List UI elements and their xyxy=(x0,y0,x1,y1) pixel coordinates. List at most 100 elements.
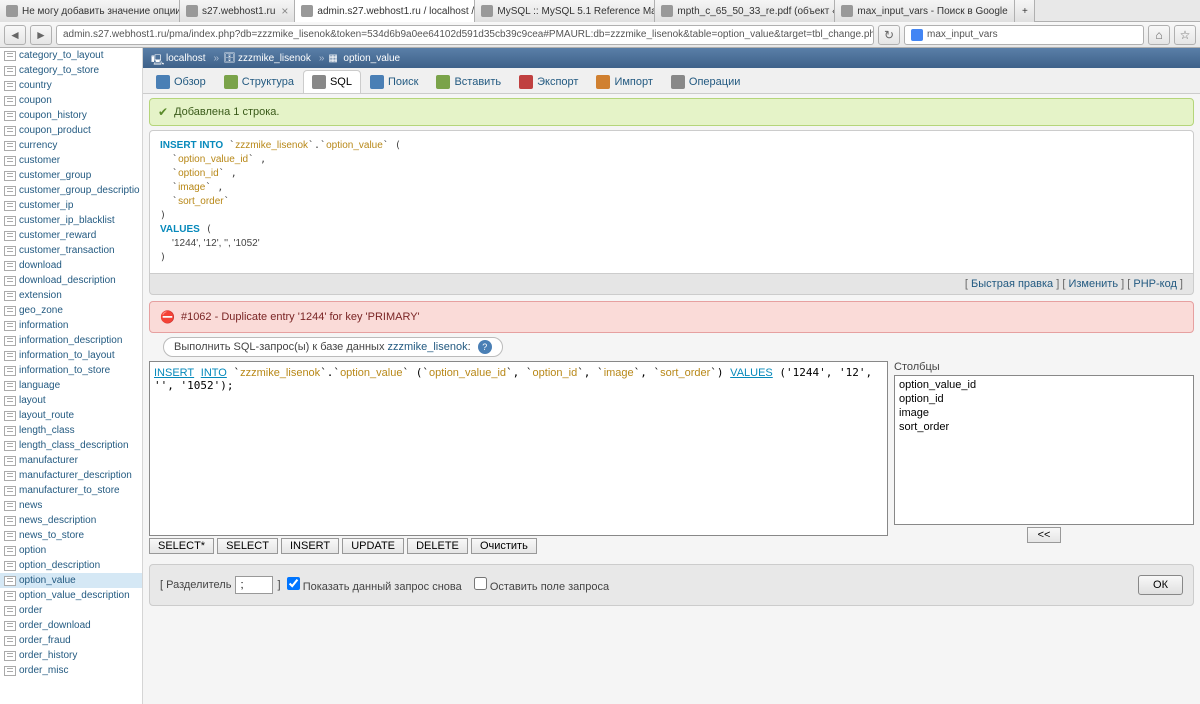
bookmark-button[interactable]: ☆ xyxy=(1174,25,1196,45)
add-column-button[interactable]: << xyxy=(1027,527,1062,543)
sidebar-table-item[interactable]: layout xyxy=(0,393,142,408)
column-option[interactable]: option_value_id xyxy=(897,378,1191,392)
sidebar-table-item[interactable]: customer_transaction xyxy=(0,243,142,258)
browser-tab[interactable]: admin.s27.webhost1.ru / localhost / zzz…… xyxy=(295,0,475,22)
sidebar-table-item[interactable]: order_fraud xyxy=(0,633,142,648)
tab-sql[interactable]: SQL xyxy=(303,70,361,93)
tab-search[interactable]: Поиск xyxy=(361,70,427,93)
db-table-sidebar[interactable]: category_to_layoutcategory_to_storecount… xyxy=(0,48,143,704)
browser-tab[interactable]: MySQL :: MySQL 5.1 Reference Manual ::…× xyxy=(475,0,655,22)
insert-button[interactable]: INSERT xyxy=(281,538,339,554)
sidebar-table-item[interactable]: currency xyxy=(0,138,142,153)
tab-operations[interactable]: Операции xyxy=(662,70,749,93)
sidebar-table-item[interactable]: order_history xyxy=(0,648,142,663)
sidebar-table-item[interactable]: customer_ip_blacklist xyxy=(0,213,142,228)
browse-icon xyxy=(156,75,170,89)
reload-button[interactable]: ↻ xyxy=(878,25,900,45)
sidebar-table-item[interactable]: information_to_store xyxy=(0,363,142,378)
search-icon xyxy=(370,75,384,89)
sidebar-table-item[interactable]: extension xyxy=(0,288,142,303)
sidebar-table-item[interactable]: information xyxy=(0,318,142,333)
sidebar-table-item[interactable]: length_class xyxy=(0,423,142,438)
url-input[interactable]: admin.s27.webhost1.ru/pma/index.php?db=z… xyxy=(56,25,874,45)
keep-query-checkbox-label[interactable]: Оставить поле запроса xyxy=(474,577,609,593)
sidebar-table-item[interactable]: order_misc xyxy=(0,663,142,678)
delimiter-input[interactable] xyxy=(235,576,273,594)
column-option[interactable]: sort_order xyxy=(897,420,1191,434)
favicon-icon xyxy=(6,5,18,17)
show-again-checkbox[interactable] xyxy=(287,577,300,590)
ok-button[interactable]: ОК xyxy=(1138,575,1183,595)
browser-tab[interactable]: max_input_vars - Поиск в Google× xyxy=(835,0,1015,22)
forward-button[interactable]: ► xyxy=(30,25,52,45)
help-icon[interactable]: ? xyxy=(478,340,492,354)
tab-browse[interactable]: Обзор xyxy=(147,70,215,93)
browser-tab[interactable]: s27.webhost1.ru× xyxy=(180,0,295,22)
new-tab-button[interactable]: + xyxy=(1015,0,1035,22)
column-option[interactable]: option_id xyxy=(897,392,1191,406)
breadcrumb-table[interactable]: option_value xyxy=(343,53,400,64)
table-icon: ▦ xyxy=(328,53,340,63)
sidebar-table-item[interactable]: country xyxy=(0,78,142,93)
php-code-link[interactable]: PHP-код xyxy=(1133,278,1177,290)
breadcrumb-host[interactable]: localhost xyxy=(166,53,205,64)
quick-edit-link[interactable]: Быстрая правка xyxy=(971,278,1053,290)
sidebar-table-item[interactable]: download xyxy=(0,258,142,273)
sidebar-table-item[interactable]: language xyxy=(0,378,142,393)
sidebar-table-item[interactable]: coupon xyxy=(0,93,142,108)
home-button[interactable]: ⌂ xyxy=(1148,25,1170,45)
sidebar-table-item[interactable]: news_to_store xyxy=(0,528,142,543)
sidebar-table-item[interactable]: customer_reward xyxy=(0,228,142,243)
sidebar-table-item[interactable]: option_value xyxy=(0,573,142,588)
sidebar-table-item[interactable]: length_class_description xyxy=(0,438,142,453)
sidebar-table-item[interactable]: coupon_product xyxy=(0,123,142,138)
update-button[interactable]: UPDATE xyxy=(342,538,404,554)
select-button[interactable]: SELECT xyxy=(217,538,278,554)
query-db-link[interactable]: zzzmike_lisenok xyxy=(388,341,468,353)
show-again-checkbox-label[interactable]: Показать данный запрос снова xyxy=(287,577,462,593)
table-icon xyxy=(4,441,16,451)
clear-button[interactable]: Очистить xyxy=(471,538,537,554)
sidebar-table-item[interactable]: news xyxy=(0,498,142,513)
tab-structure[interactable]: Структура xyxy=(215,70,303,93)
sidebar-table-item[interactable]: manufacturer xyxy=(0,453,142,468)
tab-insert[interactable]: Вставить xyxy=(427,70,510,93)
sidebar-table-item[interactable]: news_description xyxy=(0,513,142,528)
sidebar-table-item[interactable]: customer_group_descriptio xyxy=(0,183,142,198)
sidebar-table-item[interactable]: option_value_description xyxy=(0,588,142,603)
sidebar-table-item[interactable]: option_description xyxy=(0,558,142,573)
sidebar-table-item[interactable]: option xyxy=(0,543,142,558)
sidebar-table-item[interactable]: manufacturer_to_store xyxy=(0,483,142,498)
close-icon[interactable]: × xyxy=(281,4,288,18)
edit-link[interactable]: Изменить xyxy=(1068,278,1118,290)
column-option[interactable]: image xyxy=(897,406,1191,420)
table-icon xyxy=(4,516,16,526)
sidebar-table-item[interactable]: customer_group xyxy=(0,168,142,183)
sql-query-textarea[interactable]: INSERT INTO `zzzmike_lisenok`.`option_va… xyxy=(149,361,888,536)
sidebar-table-item[interactable]: category_to_store xyxy=(0,63,142,78)
sidebar-table-item[interactable]: category_to_layout xyxy=(0,48,142,63)
delimiter-label: [ Разделитель xyxy=(160,579,231,591)
sidebar-table-item[interactable]: coupon_history xyxy=(0,108,142,123)
breadcrumb-db[interactable]: zzzmike_lisenok xyxy=(238,53,311,64)
sidebar-table-item[interactable]: information_description xyxy=(0,333,142,348)
back-button[interactable]: ◄ xyxy=(4,25,26,45)
sidebar-table-item[interactable]: geo_zone xyxy=(0,303,142,318)
sidebar-table-item[interactable]: customer_ip xyxy=(0,198,142,213)
delete-button[interactable]: DELETE xyxy=(407,538,468,554)
columns-listbox[interactable]: option_value_idoption_idimagesort_order xyxy=(894,375,1194,525)
browser-tab[interactable]: Не могу добавить значение опции - Op…× xyxy=(0,0,180,22)
browser-tab[interactable]: mpth_c_65_50_33_re.pdf (объект «appl…× xyxy=(655,0,835,22)
sidebar-table-item[interactable]: layout_route xyxy=(0,408,142,423)
sidebar-table-item[interactable]: manufacturer_description xyxy=(0,468,142,483)
sidebar-table-item[interactable]: order xyxy=(0,603,142,618)
keep-query-checkbox[interactable] xyxy=(474,577,487,590)
sidebar-table-item[interactable]: order_download xyxy=(0,618,142,633)
browser-search-input[interactable]: max_input_vars xyxy=(904,25,1144,45)
tab-export[interactable]: Экспорт xyxy=(510,70,587,93)
sidebar-table-item[interactable]: information_to_layout xyxy=(0,348,142,363)
tab-import[interactable]: Импорт xyxy=(587,70,661,93)
select-star-button[interactable]: SELECT* xyxy=(149,538,214,554)
sidebar-table-item[interactable]: customer xyxy=(0,153,142,168)
sidebar-table-item[interactable]: download_description xyxy=(0,273,142,288)
